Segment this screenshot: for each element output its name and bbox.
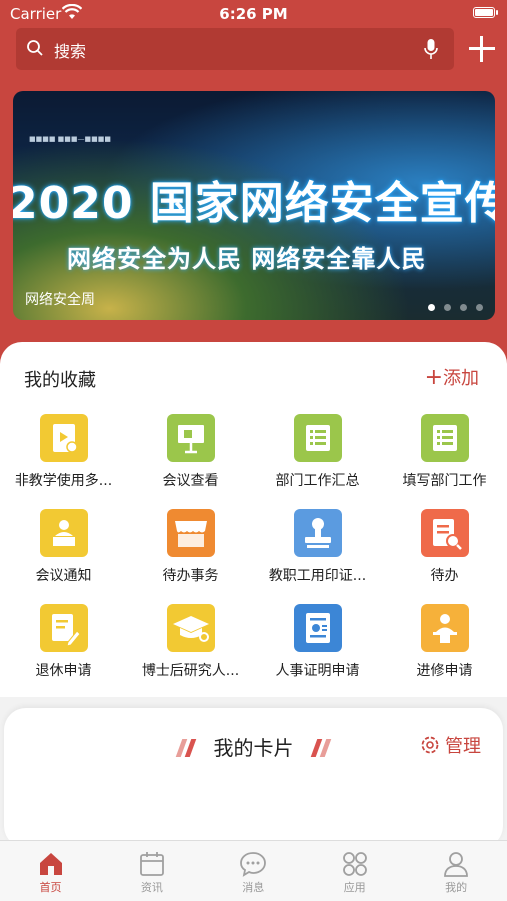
tab-label: 我的 [445,881,468,894]
status-bar: Carrier 6:26 PM [0,0,507,28]
calendar-icon [101,849,202,879]
tab-label: 应用 [343,881,366,894]
my-cards-panel: 我的卡片 管理 [4,708,503,848]
tab-label: 首页 [39,881,62,894]
banner-date-text: ■■■■ ■■■—■■■■ [29,135,111,143]
favorite-item-label: 待办事务 [162,568,219,584]
favorite-item[interactable]: 待办事务 [127,509,254,585]
person-study-icon [420,604,469,652]
doc-search-icon [420,509,469,557]
tab-apps-grid[interactable]: 应用 [304,849,405,895]
favorite-item[interactable]: 会议通知 [0,509,127,585]
video-file-icon [39,414,88,462]
banner-headline: 2020 国家网络安全宣传周 [13,178,495,229]
favorite-item-label: 部门工作汇总 [275,473,360,489]
tab-user[interactable]: 我的 [406,849,507,895]
add-button[interactable] [466,33,498,65]
favorite-item-label: 会议通知 [35,568,92,584]
favorite-item[interactable]: 会议查看 [127,414,254,490]
person-podium-icon [39,509,88,557]
search-bar[interactable]: 搜索 [16,28,454,70]
graduation-cap-icon [166,604,215,652]
favorite-item-label: 教职工用印证... [268,568,367,584]
favorite-item-label: 会议查看 [162,473,219,489]
tab-chat-bubble[interactable]: 消息 [203,849,304,895]
add-favorite-label: 添加 [443,368,479,389]
decor-slash-icon [184,739,197,757]
favorites-panel: 我的收藏 +添加 非教学使用多... 会议查看 部门工作汇总 填写部门工作会议通知 待办… [0,342,507,697]
favorite-item[interactable]: 部门工作汇总 [254,414,381,490]
tab-bar: 首页 资讯 消息 应用 我的 [0,840,507,901]
presentation-board-icon [166,414,215,462]
doc-edit-icon [39,604,88,652]
my-cards-title: 我的卡片 [213,736,294,760]
favorite-item-label: 填写部门工作 [402,473,487,489]
apps-grid-icon [304,849,405,879]
favorite-item-label: 博士后研究人... [141,663,240,679]
favorite-item[interactable]: 待办 [381,509,507,585]
user-icon [406,849,507,879]
carousel-dot[interactable] [444,304,451,311]
carousel-indicator[interactable] [419,296,483,315]
favorite-item[interactable]: 填写部门工作 [381,414,507,490]
add-favorite-button[interactable]: +添加 [425,364,479,390]
decor-slash-icon [319,739,332,757]
favorite-item[interactable]: 非教学使用多... [0,414,127,490]
banner-caption: 网络安全周 [25,292,95,308]
favorite-item-label: 人事证明申请 [275,663,360,679]
favorite-item-label: 非教学使用多... [14,473,113,489]
carousel-dot[interactable] [460,304,467,311]
favorite-item-label: 退休申请 [35,663,92,679]
favorite-item[interactable]: 进修申请 [381,604,507,680]
banner-subline: 网络安全为人民 网络安全靠人民 [67,245,427,273]
carousel-dot[interactable] [428,304,435,311]
microphone-icon[interactable] [424,38,438,64]
home-icon [0,849,101,879]
chat-bubble-icon [203,849,304,879]
stamp-icon [293,509,342,557]
shop-awning-icon [166,509,215,557]
favorite-item[interactable]: 人事证明申请 [254,604,381,680]
certificate-icon [293,604,342,652]
favorite-item-label: 进修申请 [416,663,473,679]
tab-calendar[interactable]: 资讯 [101,849,202,895]
favorite-item[interactable]: 退休申请 [0,604,127,680]
tab-label: 资讯 [140,881,163,894]
favorite-item[interactable]: 博士后研究人... [127,604,254,680]
list-doc-icon [293,414,342,462]
carousel-dot[interactable] [476,304,483,311]
promo-banner[interactable]: ■■■■ ■■■—■■■■ 2020 国家网络安全宣传周 网络安全为人民 网络安… [13,91,495,320]
favorite-item[interactable]: 教职工用印证... [254,509,381,585]
favorite-item-label: 待办 [430,568,459,584]
list-doc-icon [420,414,469,462]
tab-label: 消息 [242,881,265,894]
battery-icon [473,7,498,18]
favorites-title: 我的收藏 [24,370,96,391]
clock: 6:26 PM [219,5,288,23]
search-input[interactable]: 搜索 [54,38,86,62]
tab-home[interactable]: 首页 [0,849,101,895]
manage-cards-button[interactable]: 管理 [419,732,481,761]
plus-icon: + [424,365,443,390]
manage-label: 管理 [445,736,481,757]
search-icon [26,39,44,61]
gear-icon [419,734,441,761]
